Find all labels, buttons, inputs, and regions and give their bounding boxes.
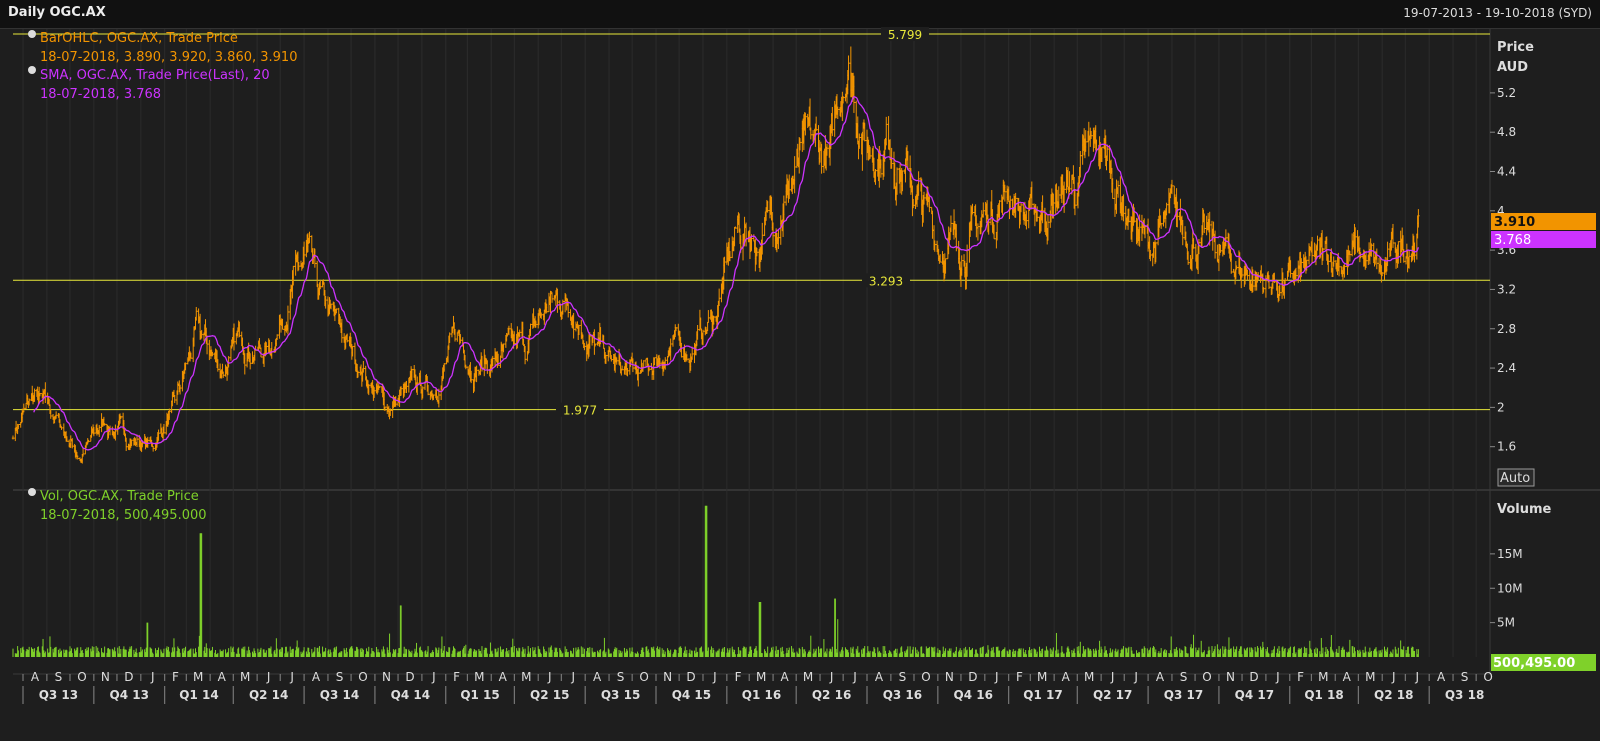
chart-window: Daily OGC.AX 19-07-2013 - 19-10-2018 (SY… [0, 0, 1600, 741]
volume-panel-bg [13, 492, 1490, 672]
price-panel-bg [13, 29, 1490, 489]
reference-label: 1.977 [563, 404, 597, 418]
price-volume-chart[interactable]: 5.7993.2931.977 BarOHLC, OGC.AX, Trade P… [0, 0, 1600, 741]
reference-label: 5.799 [888, 28, 922, 42]
reference-label: 3.293 [869, 274, 903, 288]
